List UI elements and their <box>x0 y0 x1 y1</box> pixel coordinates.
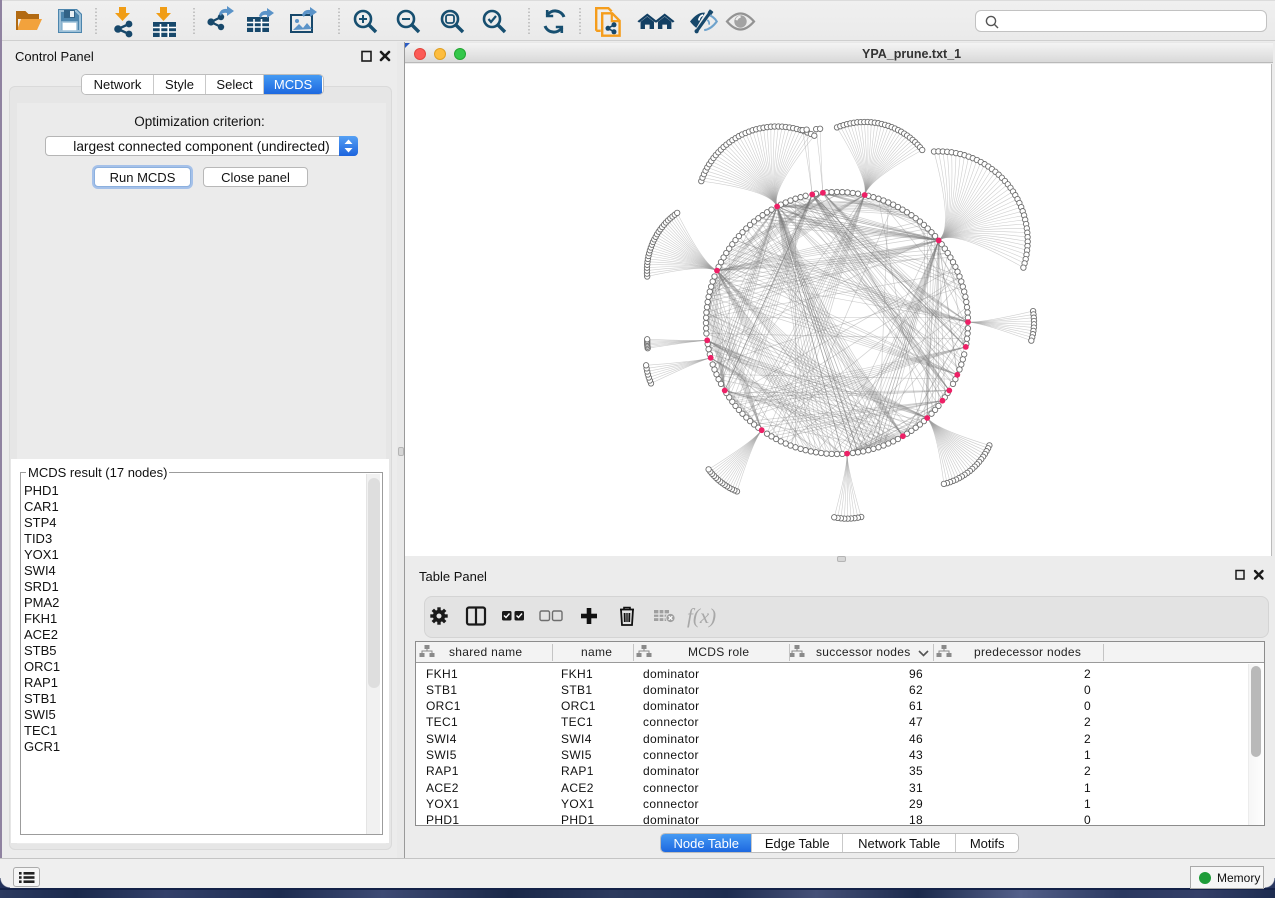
svg-text:f(x): f(x) <box>687 604 716 628</box>
